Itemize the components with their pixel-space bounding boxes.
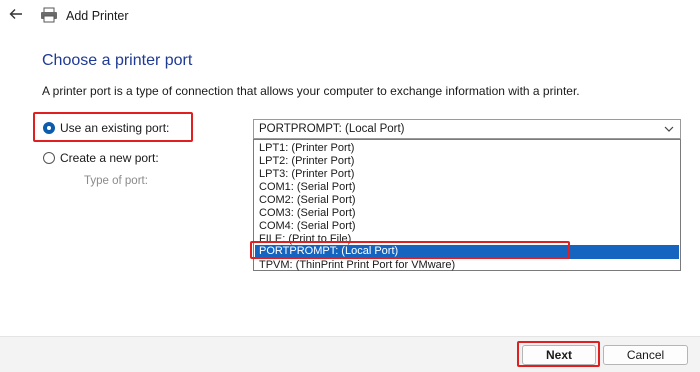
port-option-lpt2[interactable]: LPT2: (Printer Port): [257, 155, 677, 168]
port-option-com3[interactable]: COM3: (Serial Port): [257, 207, 677, 220]
printer-icon: [41, 7, 57, 23]
new-port-radio[interactable]: [43, 152, 55, 164]
window-title: Add Printer: [66, 9, 129, 23]
page-description: A printer port is a type of connection t…: [42, 84, 580, 98]
port-option-com1[interactable]: COM1: (Serial Port): [257, 181, 677, 194]
new-port-option[interactable]: Create a new port:: [43, 151, 159, 165]
port-option-com4[interactable]: COM4: (Serial Port): [257, 220, 677, 233]
type-of-port-label: Type of port:: [84, 175, 148, 187]
new-port-label: Create a new port:: [60, 151, 159, 165]
page-title: Choose a printer port: [42, 52, 193, 69]
port-select[interactable]: PORTPROMPT: (Local Port): [253, 119, 681, 139]
title-bar: Add Printer: [0, 0, 700, 32]
port-option-com2[interactable]: COM2: (Serial Port): [257, 194, 677, 207]
next-button-highlight: [517, 341, 600, 367]
port-select-value: PORTPROMPT: (Local Port): [259, 123, 405, 135]
port-option-lpt1[interactable]: LPT1: (Printer Port): [257, 142, 677, 155]
selected-port-highlight: [250, 241, 570, 259]
back-arrow-icon[interactable]: [8, 6, 24, 22]
cancel-button[interactable]: Cancel: [603, 345, 688, 365]
port-option-lpt3[interactable]: LPT3: (Printer Port): [257, 168, 677, 181]
chevron-down-icon: [664, 126, 674, 132]
existing-port-highlight: [33, 112, 193, 142]
port-option-tpvm[interactable]: TPVM: (ThinPrint Print Port for VMware): [257, 259, 677, 272]
